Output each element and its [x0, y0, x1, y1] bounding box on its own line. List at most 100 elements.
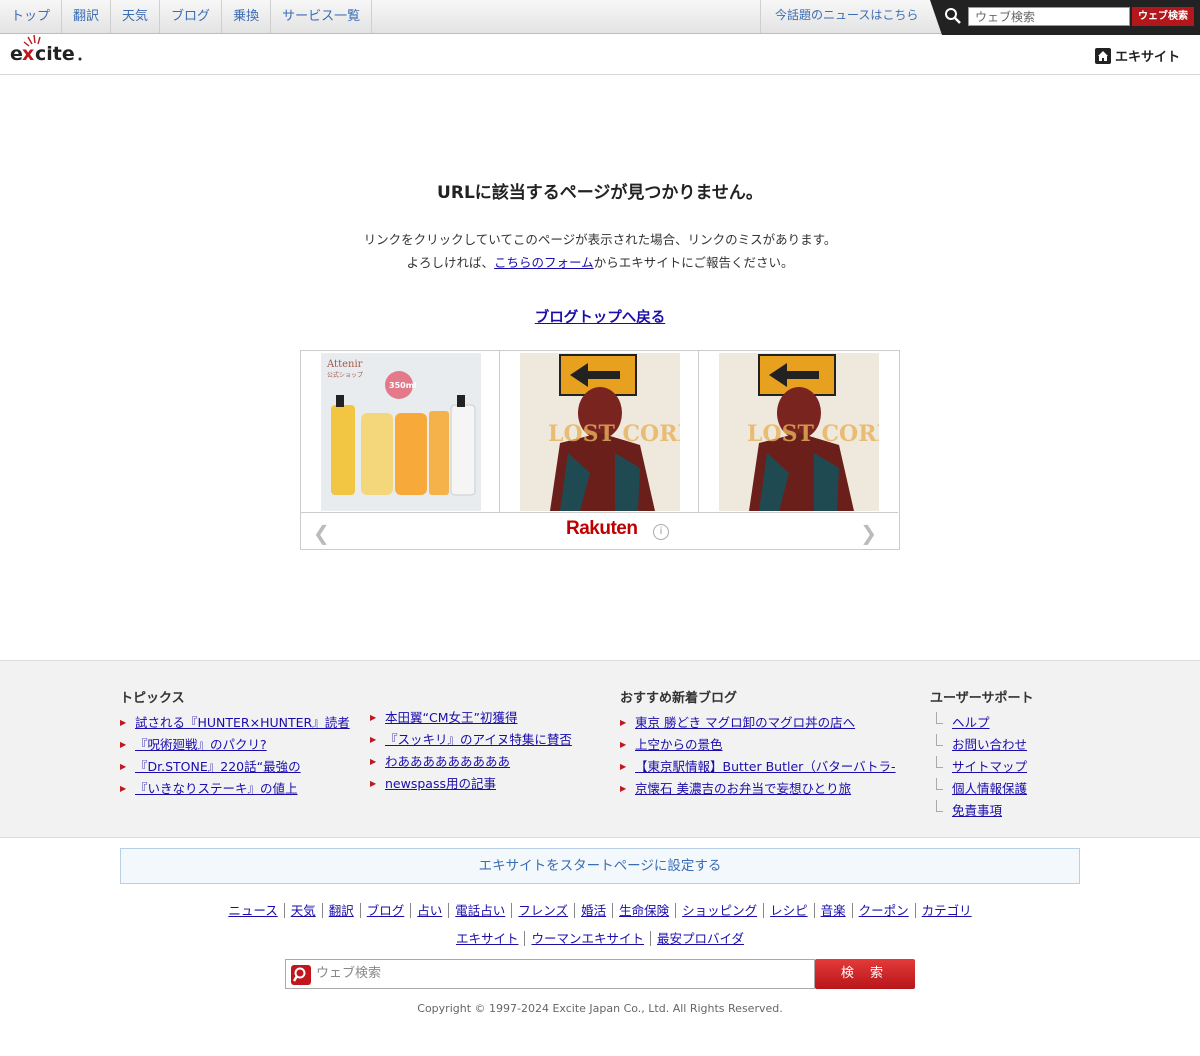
blog-link[interactable]: 【東京駅情報】Butter Butler（バターバトラ-	[635, 759, 896, 774]
ad-item-lost-corner-1[interactable]: LOST CORNER	[500, 351, 699, 513]
bottom-nav-shopping[interactable]: ショッピング	[676, 903, 765, 918]
topics-column-2: 本田翼“CM女王”初獲得 『スッキリ』のアイヌ特集に賛否 わあああああああああ …	[370, 707, 572, 795]
lost-corner-album-image: LOST CORNER	[520, 353, 680, 511]
topics-heading: トピックス	[120, 691, 185, 706]
bottom-nav-provider[interactable]: 最安プロバイダ	[651, 931, 750, 946]
topics-list-2: 本田翼“CM女王”初獲得 『スッキリ』のアイヌ特集に賛否 わあああああああああ …	[370, 707, 572, 795]
bottom-nav-music[interactable]: 音楽	[814, 903, 853, 918]
blogs-list: 東京 勝どき マグロ卸のマグロ丼の店へ 上空からの景色 【東京駅情報】Butte…	[620, 712, 896, 800]
error-description: リンクをクリックしていてこのページが表示された場合、リンクのミスがあります。	[363, 232, 837, 247]
topic-link[interactable]: わあああああああああ	[385, 754, 510, 769]
attenir-badge-text: 350ml	[389, 381, 417, 390]
list-item: 免責事項	[930, 800, 1033, 822]
bottom-nav-excite[interactable]: エキサイト	[449, 931, 526, 946]
nav-services[interactable]: サービス一覧	[271, 0, 373, 33]
list-item: 上空からの景色	[620, 734, 896, 756]
top-search-input[interactable]: ウェブ検索	[968, 7, 1130, 26]
blogs-column: おすすめ新着ブログ 東京 勝どき マグロ卸のマグロ丼の店へ 上空からの景色 【東…	[620, 687, 896, 800]
bottom-nav-row-1: ニュース 天気 翻訳 ブログ 占い 電話占い フレンズ 婚活 生命保険 ショッピング レシピ 音楽 クー…	[0, 900, 1200, 919]
topics-column: トピックス 試される『HUNTER×HUNTER』読者 『呪術廻戦』のパクリ? …	[120, 687, 350, 800]
topic-link[interactable]: 『いきなりステーキ』の値上	[135, 781, 298, 796]
error-report-line: よろしければ、こちらのフォームからエキサイトにご報告ください。	[0, 252, 1200, 271]
nav-transit[interactable]: 乗換	[222, 0, 272, 33]
home-link-label: エキサイト	[1114, 50, 1180, 65]
nav-blog[interactable]: ブログ	[160, 0, 223, 33]
list-item: 『スッキリ』のアイヌ特集に賛否	[370, 729, 572, 751]
ad-footer: ❮ Rakuten i ❯	[301, 513, 899, 549]
lost-corner-album-image: LOST CORNER	[719, 353, 879, 511]
bottom-nav-coupon[interactable]: クーポン	[852, 903, 916, 918]
bottom-nav-blog[interactable]: ブログ	[360, 903, 412, 918]
list-item: newspass用の記事	[370, 773, 572, 795]
list-item: 試される『HUNTER×HUNTER』読者	[120, 712, 350, 734]
search-icon	[291, 965, 311, 985]
excite-logo[interactable]: e x cite	[10, 34, 90, 70]
list-item: わあああああああああ	[370, 751, 572, 773]
attenir-product-image: Attenir 公式ショップ 350ml	[321, 353, 481, 511]
topics-list-1: 試される『HUNTER×HUNTER』読者 『呪術廻戦』のパクリ? 『Dr.ST…	[120, 712, 350, 800]
list-item: 東京 勝どき マグロ卸のマグロ丼の店へ	[620, 712, 896, 734]
bottom-search-input[interactable]: ウェブ検索	[285, 959, 815, 989]
list-item: お問い合わせ	[930, 734, 1033, 756]
topic-link[interactable]: 本田翼“CM女王”初獲得	[385, 710, 517, 725]
chevron-right-icon[interactable]: ❯	[860, 521, 877, 545]
bottom-nav-woman-excite[interactable]: ウーマンエキサイト	[525, 931, 651, 946]
bottom-nav-phone-fortune[interactable]: 電話占い	[449, 903, 513, 918]
topic-link[interactable]: 『呪術廻戦』のパクリ?	[135, 737, 267, 752]
copyright-text: Copyright © 1997-2024 Excite Japan Co., …	[417, 1002, 783, 1015]
home-icon	[1094, 47, 1111, 64]
nav-translate[interactable]: 翻訳	[62, 0, 112, 33]
topic-link[interactable]: 試される『HUNTER×HUNTER』読者	[135, 715, 350, 730]
error-report-suffix: からエキサイトにご報告ください。	[593, 255, 794, 270]
topic-link[interactable]: 『スッキリ』のアイヌ特集に賛否	[385, 732, 572, 747]
report-form-link[interactable]: こちらのフォーム	[494, 255, 594, 270]
bottom-nav-news[interactable]: ニュース	[222, 903, 285, 918]
list-item: 『Dr.STONE』220話“最強の	[120, 756, 350, 778]
info-icon[interactable]: i	[653, 524, 669, 540]
support-link-help[interactable]: ヘルプ	[952, 715, 990, 730]
search-icon[interactable]	[944, 7, 962, 25]
topic-link[interactable]: newspass用の記事	[385, 776, 496, 791]
set-startpage-button[interactable]: エキサイトをスタートページに設定する	[120, 848, 1080, 884]
footer-links-panel: トピックス 試される『HUNTER×HUNTER』読者 『呪術廻戦』のパクリ? …	[0, 660, 1200, 838]
ad-item-attenir[interactable]: Attenir 公式ショップ 350ml	[301, 351, 500, 513]
blog-link[interactable]: 京懐石 美濃吉のお弁当で妄想ひとり旅	[635, 781, 851, 796]
lost-corner-title-text: LOST CORNER	[548, 421, 680, 447]
blog-top-link[interactable]: ブログトップへ戻る	[535, 310, 666, 326]
nav-top[interactable]: トップ	[0, 0, 63, 33]
blog-link[interactable]: 上空からの景色	[635, 737, 723, 752]
support-link-sitemap[interactable]: サイトマップ	[952, 759, 1027, 774]
list-item: 個人情報保護	[930, 778, 1033, 800]
topic-link[interactable]: 『Dr.STONE』220話“最強の	[135, 759, 301, 774]
top-search-button[interactable]: ウェブ検索	[1132, 7, 1194, 26]
list-item: 『呪術廻戦』のパクリ?	[120, 734, 350, 756]
support-link-contact[interactable]: お問い合わせ	[952, 737, 1027, 752]
nav-weather[interactable]: 天気	[111, 0, 161, 33]
attenir-brand-text: Attenir	[326, 359, 363, 370]
bottom-nav-category[interactable]: カテゴリ	[916, 903, 978, 918]
chevron-left-icon[interactable]: ❮	[313, 521, 330, 545]
bottom-search-placeholder: ウェブ検索	[316, 966, 382, 981]
bottom-nav-weather[interactable]: 天気	[284, 903, 323, 918]
blog-top-link-wrap: ブログトップへ戻る	[0, 306, 1200, 327]
support-link-disclaimer[interactable]: 免責事項	[952, 803, 1002, 818]
bottom-nav-friends[interactable]: フレンズ	[512, 903, 576, 918]
bottom-nav-insurance[interactable]: 生命保険	[613, 903, 677, 918]
bottom-nav-recipe[interactable]: レシピ	[764, 903, 815, 918]
list-item: 『いきなりステーキ』の値上	[120, 778, 350, 800]
ad-item-lost-corner-2[interactable]: LOST CORNER	[699, 351, 898, 513]
lost-corner-title-text: LOST CORNER	[747, 421, 879, 447]
top-nav: トップ 翻訳 天気 ブログ 乗換 サービス一覧	[0, 0, 373, 33]
rakuten-logo[interactable]: Rakuten	[566, 518, 638, 540]
blog-link[interactable]: 東京 勝どき マグロ卸のマグロ丼の店へ	[635, 715, 855, 730]
support-link-privacy[interactable]: 個人情報保護	[952, 781, 1027, 796]
trending-news-link[interactable]: 今話題のニュースはこちら	[760, 0, 932, 33]
bottom-nav-konkatsu[interactable]: 婚活	[575, 903, 614, 918]
bottom-search-button[interactable]: 検 索	[815, 959, 915, 989]
error-report-prefix: よろしければ、	[406, 255, 495, 270]
top-nav-bar: トップ 翻訳 天気 ブログ 乗換 サービス一覧 今話題のニュースはこちら ウェブ…	[0, 0, 1200, 35]
bottom-nav-fortune[interactable]: 占い	[411, 903, 450, 918]
bottom-nav-translate[interactable]: 翻訳	[322, 903, 361, 918]
site-header: e x cite エキサイト	[0, 34, 1200, 75]
home-link[interactable]: エキサイト	[1094, 46, 1180, 65]
